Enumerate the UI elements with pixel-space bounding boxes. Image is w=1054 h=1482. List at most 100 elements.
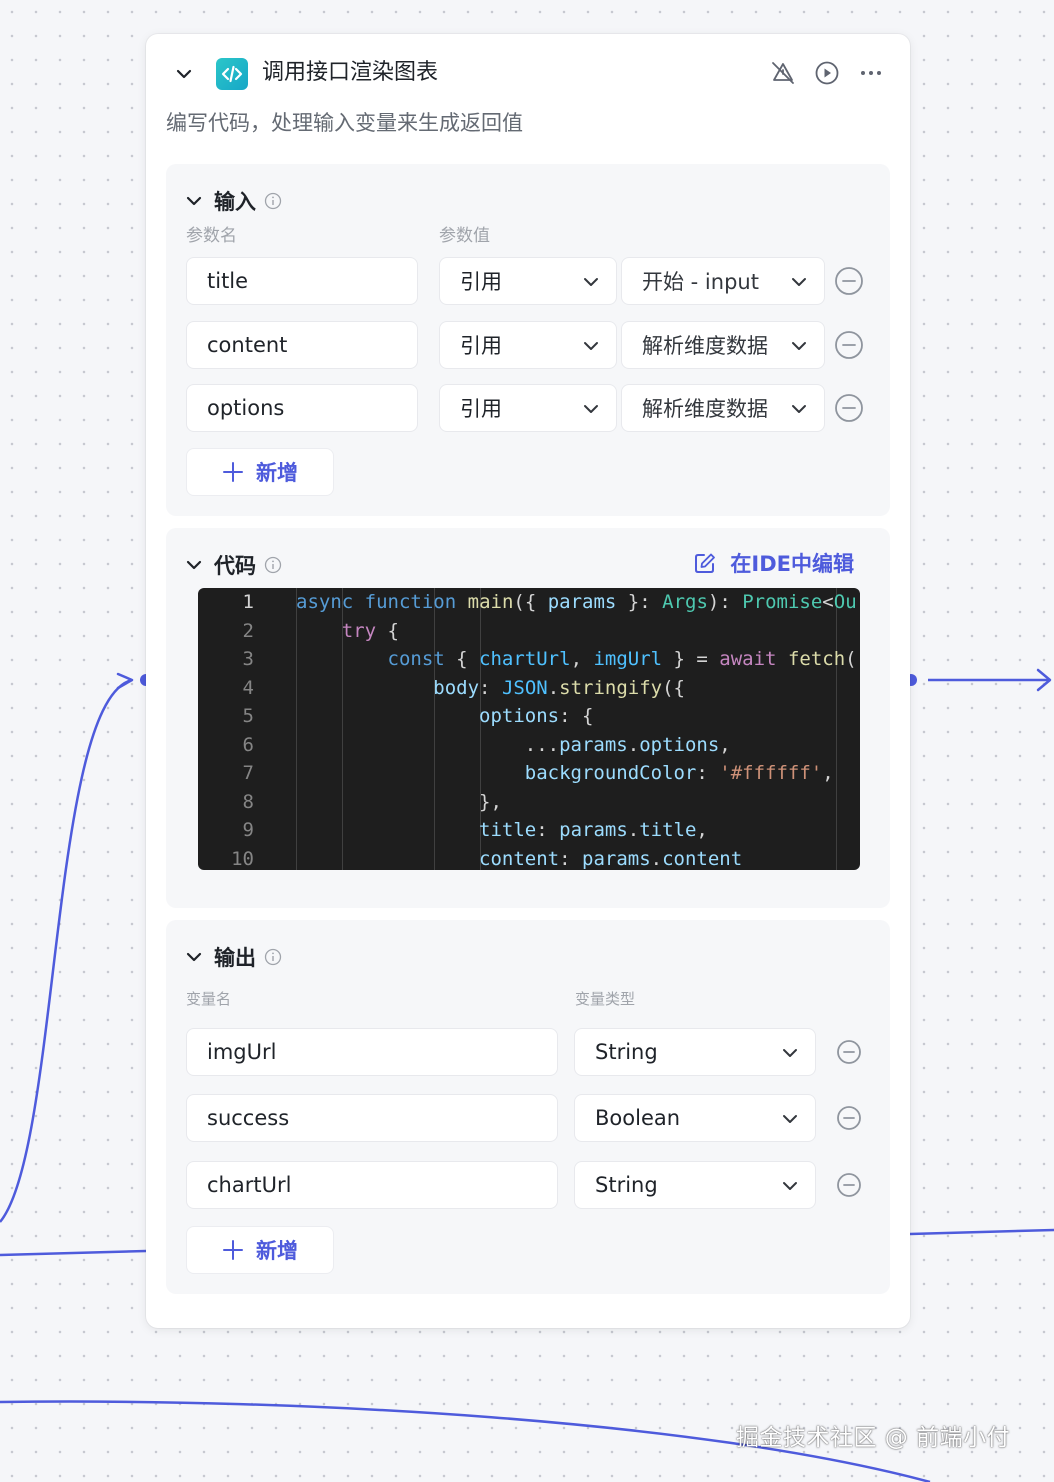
param-ref-select[interactable]: 解析维度数据	[621, 384, 825, 432]
plus-icon	[223, 462, 243, 482]
info-icon[interactable]	[264, 556, 282, 574]
output-type-select[interactable]: String	[574, 1028, 816, 1076]
param-ref-value: 解析维度数据	[642, 397, 768, 421]
play-circle-icon	[815, 61, 839, 85]
input-section-header[interactable]: 输入	[184, 186, 282, 216]
minus-circle-icon	[837, 1040, 861, 1064]
input-panel: 输入 参数名 参数值 title 引用 开始 - input content 引…	[166, 164, 890, 516]
code-line: 3 const { chartUrl, imgUrl } = await fet…	[198, 645, 860, 674]
code-line: 5 options: {	[198, 702, 860, 731]
chevron-down-icon	[584, 342, 598, 350]
info-icon[interactable]	[264, 192, 282, 210]
remove-param-button[interactable]	[834, 266, 864, 296]
chevron-down-icon	[792, 278, 806, 286]
node-title: 调用接口渲染图表	[262, 60, 439, 85]
chevron-down-icon	[783, 1115, 797, 1123]
add-input-button[interactable]: 新增	[186, 448, 334, 496]
param-type-select[interactable]: 引用	[439, 321, 617, 369]
bell-off-icon	[772, 62, 794, 84]
param-name-input[interactable]: title	[186, 257, 418, 305]
code-line: 6 ...params.options,	[198, 731, 860, 760]
line-number: 9	[242, 819, 254, 841]
minus-circle-icon	[835, 331, 863, 359]
more-button[interactable]	[856, 58, 886, 88]
output-type-select[interactable]: String	[574, 1161, 816, 1209]
add-output-button[interactable]: 新增	[186, 1226, 334, 1274]
chevron-down-icon	[783, 1049, 797, 1057]
edit-in-ide-label: 在IDE中编辑	[730, 552, 854, 576]
chevron-down-icon	[792, 342, 806, 350]
section-title: 代码	[214, 554, 256, 578]
more-dots-icon	[861, 71, 881, 75]
param-type-select[interactable]: 引用	[439, 257, 617, 305]
var-name-label: 变量名	[186, 990, 232, 1008]
edit-in-ide-link[interactable]: 在IDE中编辑	[694, 548, 854, 578]
chevron-down-icon	[186, 560, 202, 570]
output-name-input[interactable]: imgUrl	[186, 1028, 558, 1076]
run-button[interactable]	[812, 58, 842, 88]
param-type-value: 引用	[460, 334, 502, 358]
code-line: 9 title: params.title,	[198, 816, 860, 845]
code-line: 4 body: JSON.stringify({	[198, 674, 860, 703]
param-ref-select[interactable]: 解析维度数据	[621, 321, 825, 369]
param-ref-select[interactable]: 开始 - input	[621, 257, 825, 305]
output-name-input[interactable]: success	[186, 1094, 558, 1142]
param-type-value: 引用	[460, 397, 502, 421]
code-line: 8 },	[198, 788, 860, 817]
section-title: 输入	[214, 190, 256, 214]
param-name-label: 参数名	[186, 226, 237, 246]
disable-alert-button[interactable]	[768, 58, 798, 88]
param-value-label: 参数值	[439, 226, 490, 246]
chevron-down-icon	[584, 278, 598, 286]
line-number: 1	[242, 591, 254, 613]
minus-circle-icon	[835, 267, 863, 295]
code-section-header[interactable]: 代码	[184, 550, 282, 580]
line-number: 4	[242, 676, 254, 699]
line-number: 3	[242, 648, 254, 670]
code-node-card[interactable]: 调用接口渲染图表 编写代码，处理输入变量来生成返回值 输入 参数名 参数值 ti…	[146, 34, 910, 1328]
remove-param-button[interactable]	[834, 393, 864, 423]
minus-circle-icon	[835, 394, 863, 422]
output-name-input[interactable]: chartUrl	[186, 1161, 558, 1209]
edit-icon	[695, 553, 716, 573]
param-type-select[interactable]: 引用	[439, 384, 617, 432]
minus-circle-icon	[837, 1173, 861, 1197]
code-line: 10 content: params.content	[198, 845, 860, 871]
output-panel: 输出 变量名 变量类型 imgUrl String success Boolea…	[166, 920, 890, 1294]
code-panel: 代码 在IDE中编辑 1 async function main({ params…	[166, 528, 890, 908]
param-name-input[interactable]: options	[186, 384, 418, 432]
remove-output-button[interactable]	[834, 1170, 864, 1200]
add-input-label: 新增	[256, 461, 298, 485]
remove-output-button[interactable]	[834, 1037, 864, 1067]
info-icon[interactable]	[264, 948, 282, 966]
plus-icon	[223, 1240, 243, 1260]
output-type-value: Boolean	[595, 1106, 681, 1130]
line-number: 2	[242, 619, 254, 642]
chevron-down-icon[interactable]	[174, 64, 194, 84]
output-section-header[interactable]: 输出	[184, 942, 282, 972]
minus-circle-icon	[837, 1106, 861, 1130]
param-name-input[interactable]: content	[186, 321, 418, 369]
param-type-value: 引用	[460, 270, 502, 294]
watermark: 掘金技术社区 @ 前端小付	[736, 1425, 1011, 1451]
line-number: 10	[231, 847, 254, 870]
chevron-down-icon	[186, 952, 202, 962]
code-line: 7 backgroundColor: '#ffffff',	[198, 759, 860, 788]
chevron-down-icon	[186, 196, 202, 206]
remove-output-button[interactable]	[834, 1103, 864, 1133]
chevron-down-icon	[584, 405, 598, 413]
output-type-value: String	[595, 1173, 658, 1197]
line-number: 6	[242, 733, 254, 756]
node-header: 调用接口渲染图表	[146, 34, 910, 112]
code-line: 2 try {	[198, 617, 860, 646]
add-output-label: 新增	[256, 1239, 298, 1263]
code-node-icon	[216, 58, 248, 90]
section-title: 输出	[214, 946, 256, 970]
remove-param-button[interactable]	[834, 330, 864, 360]
var-type-label: 变量类型	[575, 990, 636, 1008]
node-description: 编写代码，处理输入变量来生成返回值	[166, 111, 523, 135]
output-type-value: String	[595, 1040, 658, 1064]
param-ref-value: 解析维度数据	[642, 334, 768, 358]
code-editor[interactable]: 1 async function main({ params }: Args): …	[198, 588, 860, 870]
output-type-select[interactable]: Boolean	[574, 1094, 816, 1142]
